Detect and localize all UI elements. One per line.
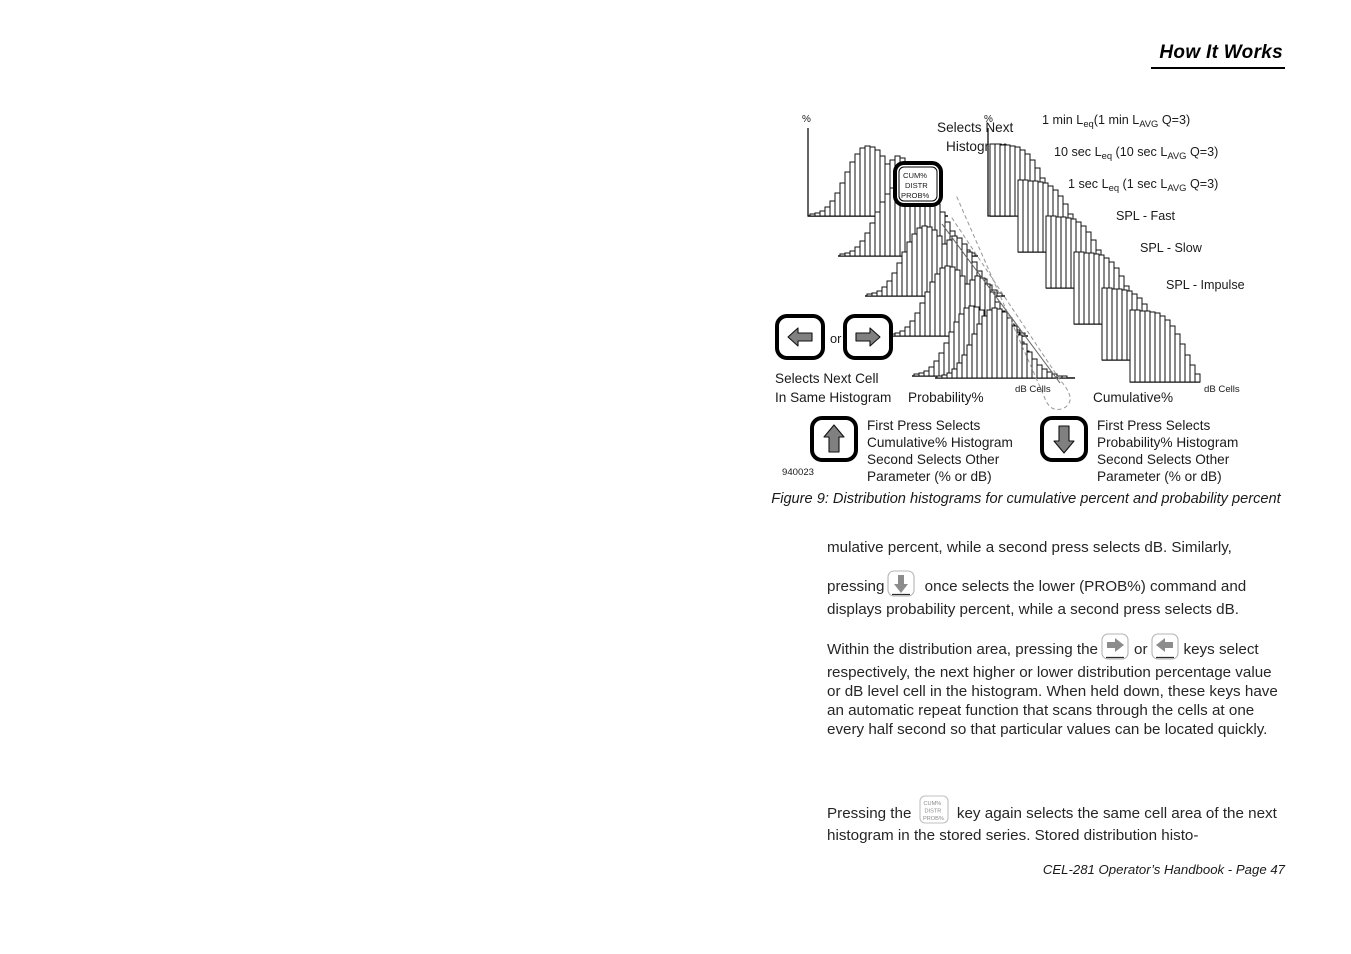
inline-down-arrow-key-icon[interactable] [885,570,919,600]
down-key-note-line2: Probability% Histogram [1097,435,1238,450]
svg-text:DISTR: DISTR [924,808,941,814]
right-arrow-key-icon[interactable] [843,314,893,360]
down-key-note: First Press Selects Probability% Histogr… [1097,418,1238,484]
series-label-spl-fast: SPL - Fast [1116,209,1176,223]
paragraph-3-mid: or [1134,640,1148,658]
down-key-note-line1: First Press Selects [1097,418,1211,433]
figure-id-code: 940023 [782,467,814,478]
down-key-note-line3: Second Selects Other [1097,452,1230,467]
inline-left-arrow-key-icon[interactable] [1149,633,1183,663]
series-label-spl-slow: SPL - Slow [1140,241,1203,255]
probability-axis-percent-label: % [802,114,811,125]
up-key-note-line1: First Press Selects [867,418,981,433]
up-key-note-line3: Second Selects Other [867,452,1000,467]
paragraph-3-prefix: Within the distribution area, pressing t… [827,640,1098,658]
page-footer: CEL-281 Operator’s Handbook - Page 47 [1043,862,1285,877]
down-arrow-key-icon[interactable] [1040,416,1088,462]
up-key-note-line4: Parameter (% or dB) [867,469,992,484]
selects-next-cell-line2: In Same Histogram [775,390,891,405]
paragraph-1-text: mulative percent, while a second press s… [827,539,1232,556]
probability-percent-label: Probability% [908,390,984,405]
series-label-one-sec-leq: 1 sec Leq (1 sec LAVG Q=3) [1068,177,1218,193]
selects-next-histogram-line1: Selects Next [937,120,1014,135]
paragraph-4-prefix: Pressing the [827,804,912,822]
down-key-note-line4: Parameter (% or dB) [1097,469,1222,484]
paragraph-4: Pressing the CUM% DISTR PROB% key again se… [827,795,1289,845]
or-label: or [830,331,842,346]
series-label-ten-sec-leq: 10 sec Leq (10 sec LAVG Q=3) [1054,145,1218,161]
figure-caption: Figure 9: Distribution histograms for cu… [762,490,1290,509]
up-key-note-line2: Cumulative% Histogram [867,435,1013,450]
figure-caption-line1: Figure 9: Distribution histograms for cu… [771,491,1228,507]
inline-right-arrow-key-icon[interactable] [1099,633,1133,663]
svg-text:CUM%: CUM% [923,801,941,807]
paragraph-1: mulative percent, while a second press s… [827,538,1289,557]
page-header-title: How It Works [1151,42,1285,69]
cum-distr-prob-key-icon[interactable]: CUM% DISTR PROB% [893,161,943,207]
cumulative-percent-label: Cumulative% [1093,390,1173,405]
paragraph-3: Within the distribution area, pressing t… [827,633,1289,740]
up-arrow-key-icon[interactable] [810,416,858,462]
series-label-one-min-leq: 1 min Leq(1 min LAVG Q=3) [1042,113,1190,129]
series-label-spl-impulse: SPL - Impulse [1166,278,1245,292]
figure-caption-line2: percent [1232,491,1281,507]
db-cells-label-left: dB Cells [1015,384,1051,395]
svg-text:PROB%: PROB% [923,816,944,822]
paragraph-2: pressing once selects the lower (PROB%) … [827,570,1289,619]
inline-cum-distr-prob-key-icon[interactable]: CUM% DISTR PROB% [918,795,951,826]
selects-next-cell-line1: Selects Next Cell [775,371,879,386]
page-footer-text: CEL-281 Operator’s Handbook - Page 47 [1042,862,1285,877]
cum-key-line3: PROB% [901,191,930,200]
db-cells-label-right: dB Cells [1204,384,1240,395]
cumulative-axis-percent-label: % [984,114,993,125]
left-arrow-key-icon[interactable] [775,314,825,360]
page-header: How It Works [1151,42,1285,69]
cum-key-line2: DISTR [905,181,928,190]
figure-9-diagram: % Selects Next Histogram CUM% DISTR PROB… [760,100,1300,495]
body-text-column: mulative percent, while a second press s… [827,538,1289,845]
paragraph-2-prefix: pressing [827,578,885,596]
up-key-note: First Press Selects Cumulative% Histogra… [867,418,1013,484]
cum-key-line1: CUM% [903,171,927,180]
